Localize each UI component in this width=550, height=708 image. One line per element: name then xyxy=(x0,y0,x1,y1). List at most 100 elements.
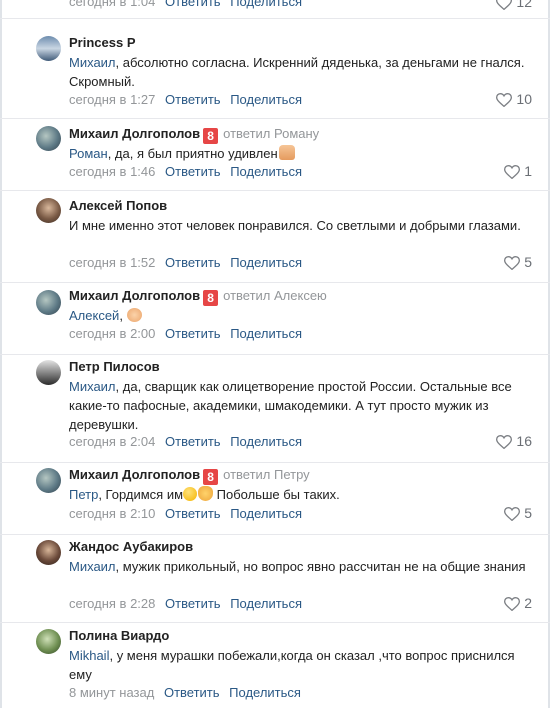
mention-link[interactable]: Михаил xyxy=(69,55,116,70)
comment-body: , Гордимся им xyxy=(98,487,184,502)
mention-link[interactable]: Mikhail xyxy=(69,648,109,663)
like-button[interactable]: 16 xyxy=(496,433,532,450)
comment-item: Михаил Долгополов 8 ответил Алексею Алексе… xyxy=(0,282,550,355)
comment-time[interactable]: сегодня в 1:46 xyxy=(69,164,155,179)
avatar[interactable] xyxy=(36,126,61,151)
reply-to-label[interactable]: ответил Роману xyxy=(223,126,319,141)
heart-icon xyxy=(504,164,521,180)
comment-body: , да, я был приятно удивлен xyxy=(107,146,278,161)
wink-emoji-icon xyxy=(183,487,198,501)
comment-time[interactable]: сегодня в 1:04 xyxy=(69,0,155,9)
mention-link[interactable]: Алексей xyxy=(69,308,119,323)
comment-time[interactable]: сегодня в 2:00 xyxy=(69,326,155,341)
like-button[interactable]: 2 xyxy=(504,595,532,612)
share-button[interactable]: Поделиться xyxy=(230,0,302,9)
comment-time[interactable]: 8 минут назад xyxy=(69,685,154,700)
heart-icon xyxy=(504,596,521,612)
reply-button[interactable]: Ответить xyxy=(165,434,221,449)
avatar[interactable] xyxy=(36,468,61,493)
avatar[interactable] xyxy=(36,360,61,385)
comment-text: Михаил, мужик прикольный, но вопрос явно… xyxy=(69,557,529,576)
comment-time[interactable]: сегодня в 1:52 xyxy=(69,255,155,270)
share-button[interactable]: Поделиться xyxy=(230,255,302,270)
comment-time[interactable]: сегодня в 1:27 xyxy=(69,92,155,107)
author-name[interactable]: Михаил Долгополов xyxy=(69,288,200,303)
author-name[interactable]: Жандос Аубакиров xyxy=(69,539,193,554)
comment-meta: сегодня в 1:27 Ответить Поделиться xyxy=(69,92,302,107)
comment-author-line: Жандос Аубакиров xyxy=(69,539,193,554)
comment-author-line: Петр Пилосов xyxy=(69,359,160,374)
mention-link[interactable]: Михаил xyxy=(69,559,116,574)
like-count: 5 xyxy=(524,505,532,521)
like-button[interactable]: 10 xyxy=(496,91,532,108)
comment-text: Алексей, xyxy=(69,306,529,325)
badge-icon: 8 xyxy=(203,128,219,144)
like-button[interactable]: 1 xyxy=(504,163,532,180)
like-count: 12 xyxy=(516,0,532,10)
heart-icon xyxy=(496,0,513,11)
comment-meta: сегодня в 1:46 Ответить Поделиться xyxy=(69,164,302,179)
comment-item: Михаил Долгополов 8 ответил Роману Роман, … xyxy=(0,118,550,191)
reply-button[interactable]: Ответить xyxy=(165,326,221,341)
comment-text: Mikhail, у меня мурашки побежали,когда о… xyxy=(69,646,529,684)
mention-link[interactable]: Михаил xyxy=(69,379,116,394)
reply-to-label[interactable]: ответил Петру xyxy=(223,467,310,482)
comment-time[interactable]: сегодня в 2:28 xyxy=(69,596,155,611)
heart-icon xyxy=(496,92,513,108)
comment-meta: сегодня в 2:28 Ответить Поделиться xyxy=(69,596,302,611)
share-button[interactable]: Поделиться xyxy=(230,164,302,179)
comment-meta: сегодня в 1:04 Ответить Поделиться xyxy=(69,0,302,9)
mention-link[interactable]: Роман xyxy=(69,146,108,161)
share-button[interactable]: Поделиться xyxy=(230,434,302,449)
comment-partial-top: сегодня в 1:04 Ответить Поделиться 12 xyxy=(0,0,550,19)
avatar[interactable] xyxy=(36,540,61,565)
comment-item: Алексей Попов И мне именно этот человек … xyxy=(0,190,550,283)
comment-author-line: Алексей Попов xyxy=(69,198,167,213)
comment-item: Princess P Михаил, абсолютно согласна. И… xyxy=(0,20,550,119)
author-name[interactable]: Princess P xyxy=(69,35,136,50)
heart-icon xyxy=(504,255,521,271)
reply-button[interactable]: Ответить xyxy=(164,685,220,700)
like-count: 10 xyxy=(516,91,532,107)
comment-item: Полина Виардо Mikhail, у меня мурашки по… xyxy=(0,622,550,708)
badge-icon: 8 xyxy=(203,469,219,485)
comment-author-line: Михаил Долгополов 8 ответил Алексею xyxy=(69,288,327,306)
comment-author-line: Михаил Долгополов 8 ответил Роману xyxy=(69,126,319,144)
comment-body: , да, сварщик как олицетворение простой … xyxy=(69,379,512,432)
reply-button[interactable]: Ответить xyxy=(165,255,221,270)
comment-meta: 8 минут назад Ответить Поделиться xyxy=(69,685,301,700)
handshake-emoji-icon xyxy=(126,308,142,322)
like-button[interactable]: 12 xyxy=(496,0,532,11)
avatar[interactable] xyxy=(36,629,61,654)
reply-button[interactable]: Ответить xyxy=(165,596,221,611)
share-button[interactable]: Поделиться xyxy=(230,326,302,341)
author-name[interactable]: Алексей Попов xyxy=(69,198,167,213)
author-name[interactable]: Михаил Долгополов xyxy=(69,467,200,482)
share-button[interactable]: Поделиться xyxy=(230,506,302,521)
reply-button[interactable]: Ответить xyxy=(165,164,221,179)
comment-author-line: Михаил Долгополов 8 ответил Петру xyxy=(69,467,310,485)
like-button[interactable]: 5 xyxy=(504,254,532,271)
like-button[interactable]: 5 xyxy=(504,505,532,522)
reply-button[interactable]: Ответить xyxy=(165,92,221,107)
reply-to-label[interactable]: ответил Алексею xyxy=(223,288,327,303)
author-name[interactable]: Михаил Долгополов xyxy=(69,126,200,141)
comment-time[interactable]: сегодня в 2:10 xyxy=(69,506,155,521)
share-button[interactable]: Поделиться xyxy=(230,596,302,611)
comment-body: , xyxy=(119,308,127,323)
comment-item: Михаил Долгополов 8 ответил Петру Петр, Го… xyxy=(0,462,550,535)
avatar[interactable] xyxy=(36,290,61,315)
share-button[interactable]: Поделиться xyxy=(229,685,301,700)
mention-link[interactable]: Петр xyxy=(69,487,98,502)
comment-time[interactable]: сегодня в 2:04 xyxy=(69,434,155,449)
comment-text: Петр, Гордимся им Побольше бы таких. xyxy=(69,485,529,504)
comment-meta: сегодня в 1:52 Ответить Поделиться xyxy=(69,255,302,270)
author-name[interactable]: Петр Пилосов xyxy=(69,359,160,374)
author-name[interactable]: Полина Виардо xyxy=(69,628,169,643)
reply-button[interactable]: Ответить xyxy=(165,506,221,521)
share-button[interactable]: Поделиться xyxy=(230,92,302,107)
avatar[interactable] xyxy=(36,36,61,61)
thumbs-up-emoji-icon xyxy=(278,145,295,160)
avatar[interactable] xyxy=(36,198,61,223)
reply-button[interactable]: Ответить xyxy=(165,0,221,9)
